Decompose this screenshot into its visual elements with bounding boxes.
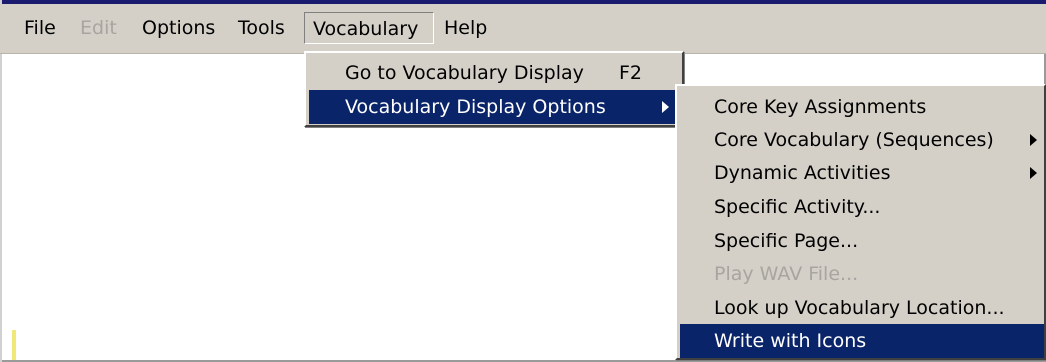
menu-item-specific-activity[interactable]: Specific Activity... — [680, 190, 1044, 224]
menu-item-label: Specific Page... — [714, 230, 859, 252]
menu-item-core-key-assignments[interactable]: Core Key Assignments — [680, 90, 1044, 124]
menu-item-label: Dynamic Activities — [714, 162, 891, 184]
submenu-arrow-icon — [662, 101, 669, 113]
menu-edit[interactable]: Edit — [80, 12, 117, 44]
menu-item-label: Play WAV File... — [714, 263, 859, 285]
menu-item-specific-page[interactable]: Specific Page... — [680, 224, 1044, 258]
submenu-arrow-icon — [1030, 134, 1037, 146]
menu-tools[interactable]: Tools — [238, 12, 285, 44]
menu-item-shortcut: F2 — [619, 62, 643, 84]
menu-item-dynamic-activities[interactable]: Dynamic Activities — [680, 156, 1044, 190]
menu-item-vocabulary-display-options[interactable]: Vocabulary Display Options — [309, 90, 679, 124]
menu-item-label: Look up Vocabulary Location... — [714, 297, 1005, 319]
content-edge-mark — [12, 330, 16, 360]
menu-item-label: Core Vocabulary (Sequences) — [714, 129, 994, 151]
menu-item-core-vocabulary-sequences[interactable]: Core Vocabulary (Sequences) — [680, 123, 1044, 157]
menu-item-label: Go to Vocabulary Display — [345, 62, 584, 84]
menu-item-write-with-icons[interactable]: Write with Icons — [680, 324, 1044, 358]
menu-vocabulary[interactable]: Vocabulary — [304, 12, 434, 44]
menu-item-label: Core Key Assignments — [714, 96, 927, 118]
menu-item-look-up-vocabulary-location[interactable]: Look up Vocabulary Location... — [680, 291, 1044, 325]
menu-item-go-to-vocabulary-display[interactable]: Go to Vocabulary Display F2 — [309, 56, 679, 90]
menu-file[interactable]: File — [24, 12, 56, 44]
menu-options[interactable]: Options — [142, 12, 215, 44]
menu-item-label: Vocabulary Display Options — [345, 96, 606, 118]
application-window: File Edit Options Tools Vocabulary Help … — [0, 0, 1046, 362]
menu-item-label: Specific Activity... — [714, 196, 881, 218]
menu-item-play-wav-file[interactable]: Play WAV File... — [680, 257, 1044, 291]
menu-bar: File Edit Options Tools Vocabulary Help — [0, 4, 1046, 54]
vocabulary-menu: Go to Vocabulary Display F2 Vocabulary D… — [304, 51, 684, 127]
window-left-edge — [0, 0, 2, 362]
menu-item-label: Write with Icons — [714, 330, 867, 352]
submenu-arrow-icon — [1030, 167, 1037, 179]
display-options-submenu: Core Key Assignments Core Vocabulary (Se… — [675, 84, 1046, 360]
menu-help[interactable]: Help — [444, 12, 487, 44]
